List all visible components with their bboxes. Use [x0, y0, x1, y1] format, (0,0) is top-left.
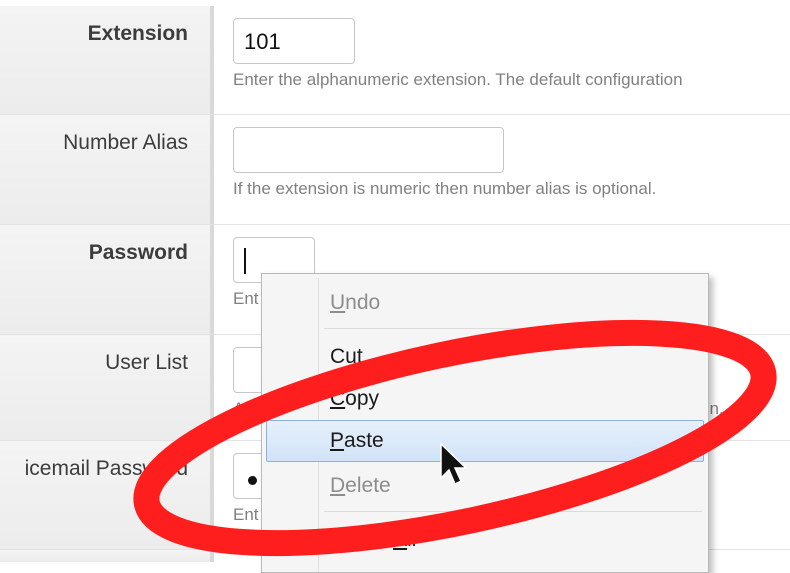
menu-item-label: Cut	[330, 345, 363, 368]
extension-value: 101	[244, 29, 281, 54]
extension-help: Enter the alphanumeric extension. The de…	[233, 70, 683, 89]
label-cell: Password	[0, 225, 214, 334]
number-alias-label: Number Alias	[63, 131, 188, 154]
label-cell: Number Alias	[0, 115, 214, 224]
menu-item-label: Delete	[330, 474, 391, 497]
label-cell: icemail Password	[0, 441, 214, 549]
menu-item-undo[interactable]: Undo	[266, 282, 704, 324]
menu-item-cut[interactable]: Cut	[266, 336, 704, 378]
password-label: Password	[88, 241, 188, 264]
extension-label: Extension	[87, 22, 188, 45]
menu-item-label: Paste	[330, 429, 384, 452]
label-cell: Extension	[0, 6, 214, 114]
menu-item-paste[interactable]: Paste	[266, 420, 704, 462]
menu-item-copy[interactable]: Copy	[266, 378, 704, 420]
label-cell	[0, 550, 214, 562]
menu-separator	[324, 328, 702, 329]
row-number-alias: Number Alias If the extension is numeric…	[0, 115, 790, 224]
menu-item-select-all[interactable]: Select All	[266, 519, 704, 561]
user-list-help: As	[233, 399, 253, 418]
password-mask-dot	[248, 476, 257, 485]
context-menu: Undo Cut Copy Paste Delete Select All	[261, 273, 709, 573]
menu-item-label: Undo	[330, 291, 381, 314]
number-alias-help: If the extension is numeric then number …	[233, 179, 657, 198]
menu-item-label: Copy	[330, 387, 380, 410]
voicemail-password-help: Ent	[233, 505, 259, 524]
text-caret	[244, 248, 246, 274]
row-extension: Extension 101 Enter the alphanumeric ext…	[0, 6, 790, 114]
number-alias-input[interactable]	[233, 127, 504, 173]
menu-item-delete[interactable]: Delete	[266, 465, 704, 507]
voicemail-password-label: icemail Password	[24, 457, 188, 480]
extension-input[interactable]: 101	[233, 18, 355, 64]
menu-separator	[324, 511, 702, 512]
label-cell: User List	[0, 335, 214, 440]
password-help: Ent	[233, 289, 259, 308]
menu-item-label: Select All	[330, 528, 417, 551]
user-list-label: User List	[105, 351, 188, 374]
